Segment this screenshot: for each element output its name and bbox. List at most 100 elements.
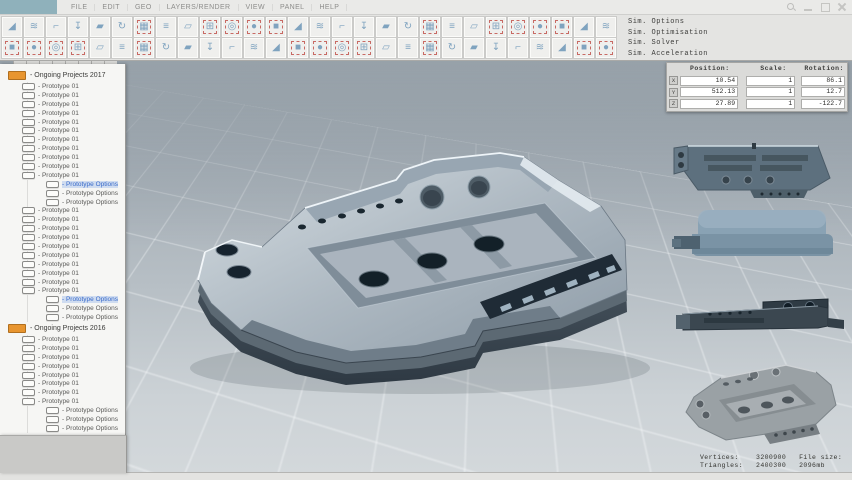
toolbar-button[interactable]: ≡ <box>112 38 132 58</box>
toolbar-button[interactable]: ▦ <box>134 17 154 37</box>
toolbar-button[interactable]: ◢ <box>288 17 308 37</box>
toolbar-button[interactable]: ◎ <box>46 38 66 58</box>
sim-menu-item-sim-solver[interactable]: Sim. Solver <box>628 38 708 49</box>
tree-option[interactable]: - Prototype Options <box>0 180 125 189</box>
tree-option[interactable]: - Prototype Options <box>0 198 125 207</box>
tree-option[interactable]: - Prototype Options <box>0 424 125 433</box>
position-x-field[interactable]: 10.54 <box>680 76 738 86</box>
toolbar-button[interactable]: ● <box>310 38 330 58</box>
toolbar-button[interactable]: ◎ <box>332 38 352 58</box>
tree-item[interactable]: - Prototype 01 <box>0 371 125 380</box>
toolbar-button[interactable]: ⊞ <box>486 17 506 37</box>
scale-x-field[interactable]: 1 <box>746 76 795 86</box>
toolbar-button[interactable]: ⌐ <box>46 17 66 37</box>
tree-item[interactable]: - Prototype 01 <box>0 162 125 171</box>
toolbar-button[interactable]: ■ <box>266 17 286 37</box>
tree-item[interactable]: - Prototype 01 <box>0 353 125 362</box>
tree-item[interactable]: - Prototype 01 <box>0 286 125 295</box>
tree-option[interactable]: - Prototype Options <box>0 295 125 304</box>
toolbar-button[interactable]: ● <box>24 38 44 58</box>
tree-item[interactable]: - Prototype 01 <box>0 126 125 135</box>
toolbar-button[interactable]: ⊞ <box>354 38 374 58</box>
toolbar-button[interactable]: ▱ <box>178 17 198 37</box>
toolbar-button[interactable]: ↻ <box>398 17 418 37</box>
part-thumbnail-plate[interactable] <box>668 138 848 204</box>
tree-group[interactable]: - Ongoing Projects 2017 <box>0 69 125 82</box>
tree-item[interactable]: - Prototype 01 <box>0 251 125 260</box>
toolbar-button[interactable]: ◎ <box>508 17 528 37</box>
tree-item[interactable]: - Prototype 01 <box>0 260 125 269</box>
tree-item[interactable]: - Prototype 01 <box>0 388 125 397</box>
toolbar-button[interactable]: ⊞ <box>200 17 220 37</box>
tree-item[interactable]: - Prototype 01 <box>0 135 125 144</box>
close-icon[interactable] <box>837 2 847 12</box>
toolbar-button[interactable]: ■ <box>552 17 572 37</box>
tree-item[interactable]: - Prototype 01 <box>0 224 125 233</box>
menu-item-file[interactable]: File <box>64 4 95 11</box>
rotation-x-field[interactable]: 86.1 <box>801 76 845 86</box>
toolbar-button[interactable]: ▱ <box>376 38 396 58</box>
toolbar-button[interactable]: ▱ <box>464 17 484 37</box>
toolbar-button[interactable]: ▰ <box>90 17 110 37</box>
tree-item[interactable]: - Prototype 01 <box>0 82 125 91</box>
tree-item[interactable]: - Prototype 01 <box>0 362 125 371</box>
rotation-z-field[interactable]: -122.7 <box>801 99 845 109</box>
toolbar-button[interactable]: ↧ <box>486 38 506 58</box>
scale-z-field[interactable]: 1 <box>746 99 795 109</box>
toolbar-button[interactable]: ≡ <box>156 17 176 37</box>
part-thumbnail-chassis[interactable] <box>664 360 852 458</box>
toolbar-button[interactable]: ▰ <box>376 17 396 37</box>
toolbar-button[interactable]: ▰ <box>464 38 484 58</box>
toolbar-button[interactable]: ≋ <box>530 38 550 58</box>
tree-item[interactable]: - Prototype 01 <box>0 171 125 180</box>
toolbar-button[interactable]: ↧ <box>354 17 374 37</box>
toolbar-button[interactable]: ● <box>596 38 616 58</box>
toolbar-button[interactable]: ▱ <box>90 38 110 58</box>
toolbar-button[interactable]: ↻ <box>442 38 462 58</box>
toolbar-button[interactable]: ⌐ <box>332 17 352 37</box>
tree-option[interactable]: - Prototype Options <box>0 415 125 424</box>
toolbar-button[interactable]: ≋ <box>310 17 330 37</box>
toolbar-button[interactable]: ⊞ <box>68 38 88 58</box>
sim-menu-item-sim-acceleration[interactable]: Sim. Acceleration <box>628 49 708 60</box>
menu-item-panel[interactable]: Panel <box>273 4 312 11</box>
tree-item[interactable]: - Prototype 01 <box>0 215 125 224</box>
toolbar-button[interactable]: ● <box>530 17 550 37</box>
toolbar-button[interactable]: ▰ <box>178 38 198 58</box>
tree-item[interactable]: - Prototype 01 <box>0 397 125 406</box>
tree-item[interactable]: - Prototype 01 <box>0 242 125 251</box>
search-icon[interactable] <box>786 2 796 12</box>
menu-item-edit[interactable]: Edit <box>95 4 128 11</box>
position-y-field[interactable]: 512.13 <box>680 87 738 97</box>
toolbar-button[interactable]: ◢ <box>574 17 594 37</box>
toolbar-button[interactable]: ■ <box>574 38 594 58</box>
toolbar-button[interactable]: ● <box>244 17 264 37</box>
toolbar-button[interactable]: ≡ <box>398 38 418 58</box>
tree-option[interactable]: - Prototype Options <box>0 304 125 313</box>
scale-y-field[interactable]: 1 <box>746 87 795 97</box>
toolbar-button[interactable]: ↻ <box>112 17 132 37</box>
toolbar-button[interactable]: ◢ <box>2 17 22 37</box>
toolbar-button[interactable]: ↧ <box>68 17 88 37</box>
toolbar-button[interactable]: ■ <box>2 38 22 58</box>
toolbar-button[interactable]: ≋ <box>244 38 264 58</box>
tree-item[interactable]: - Prototype 01 <box>0 344 125 353</box>
minimize-icon[interactable] <box>803 2 813 12</box>
tree-item[interactable]: - Prototype 01 <box>0 100 125 109</box>
tree-option[interactable]: - Prototype Options <box>0 406 125 415</box>
toolbar-button[interactable]: ◢ <box>266 38 286 58</box>
toolbar-button[interactable]: ↻ <box>156 38 176 58</box>
toolbar-button[interactable]: ↧ <box>200 38 220 58</box>
toolbar-button[interactable]: ≋ <box>24 17 44 37</box>
viewport-3d[interactable]: Vertices: 3200900 File size: Triangles: … <box>0 60 852 472</box>
toolbar-button[interactable]: ▦ <box>420 38 440 58</box>
part-thumbnail-bar[interactable] <box>668 296 848 348</box>
tree-item[interactable]: - Prototype 01 <box>0 109 125 118</box>
tree-group[interactable]: - Ongoing Projects 2016 <box>0 322 125 335</box>
toolbar-button[interactable]: ◎ <box>222 17 242 37</box>
tree-item[interactable]: - Prototype 01 <box>0 335 125 344</box>
tree-item[interactable]: - Prototype 01 <box>0 233 125 242</box>
tree-item[interactable]: - Prototype 01 <box>0 153 125 162</box>
rotation-y-field[interactable]: 12.7 <box>801 87 845 97</box>
toolbar-button[interactable]: ≋ <box>596 17 616 37</box>
